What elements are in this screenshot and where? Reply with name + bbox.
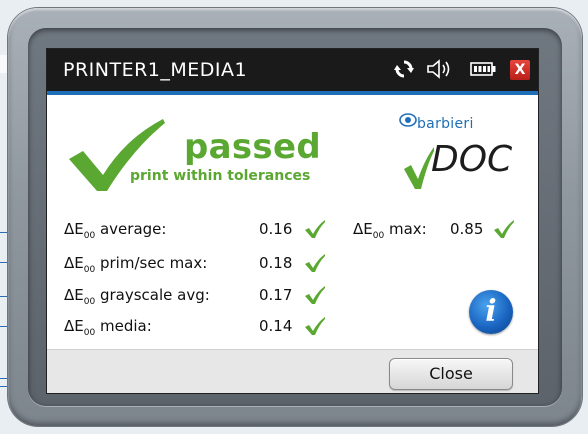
product-name: DOC <box>431 139 513 180</box>
metric-grayscale-label: ΔE00 grayscale avg: <box>64 286 210 307</box>
dialog-footer: Close <box>47 349 538 393</box>
metric-media-value: 0.14 <box>259 317 293 335</box>
info-icon: i <box>485 294 497 329</box>
title-bar: PRINTER1_MEDIA1 X <box>47 49 538 95</box>
metric-primsec-label: ΔE00 prim/sec max: <box>64 254 208 275</box>
brand-name: barbieri <box>417 116 474 132</box>
result-status: passed <box>184 127 321 167</box>
refresh-icon[interactable] <box>393 58 415 80</box>
metric-primsec-value: 0.18 <box>259 254 293 272</box>
barbieri-logo-icon <box>399 113 417 127</box>
check-icon <box>305 254 325 272</box>
close-icon[interactable]: X <box>510 60 530 80</box>
metric-media-label: ΔE00 media: <box>64 317 152 338</box>
window-title: PRINTER1_MEDIA1 <box>63 59 248 81</box>
metric-average-value: 0.16 <box>259 220 293 238</box>
check-icon <box>305 220 325 238</box>
metric-max-value: 0.85 <box>450 220 484 238</box>
metric-average-label: ΔE00 average: <box>64 220 167 241</box>
close-button[interactable]: Close <box>389 358 513 390</box>
check-icon <box>494 220 514 238</box>
result-detail: print within tolerances <box>130 168 311 184</box>
battery-icon <box>469 58 497 80</box>
metric-max-label: ΔE00 max: <box>353 220 427 241</box>
speaker-icon[interactable] <box>425 58 455 80</box>
check-icon <box>305 286 325 304</box>
result-dialog: PRINTER1_MEDIA1 X passed print within to… <box>47 49 538 393</box>
info-button[interactable]: i <box>469 290 513 334</box>
check-icon <box>305 317 325 335</box>
metric-grayscale-value: 0.17 <box>259 286 293 304</box>
